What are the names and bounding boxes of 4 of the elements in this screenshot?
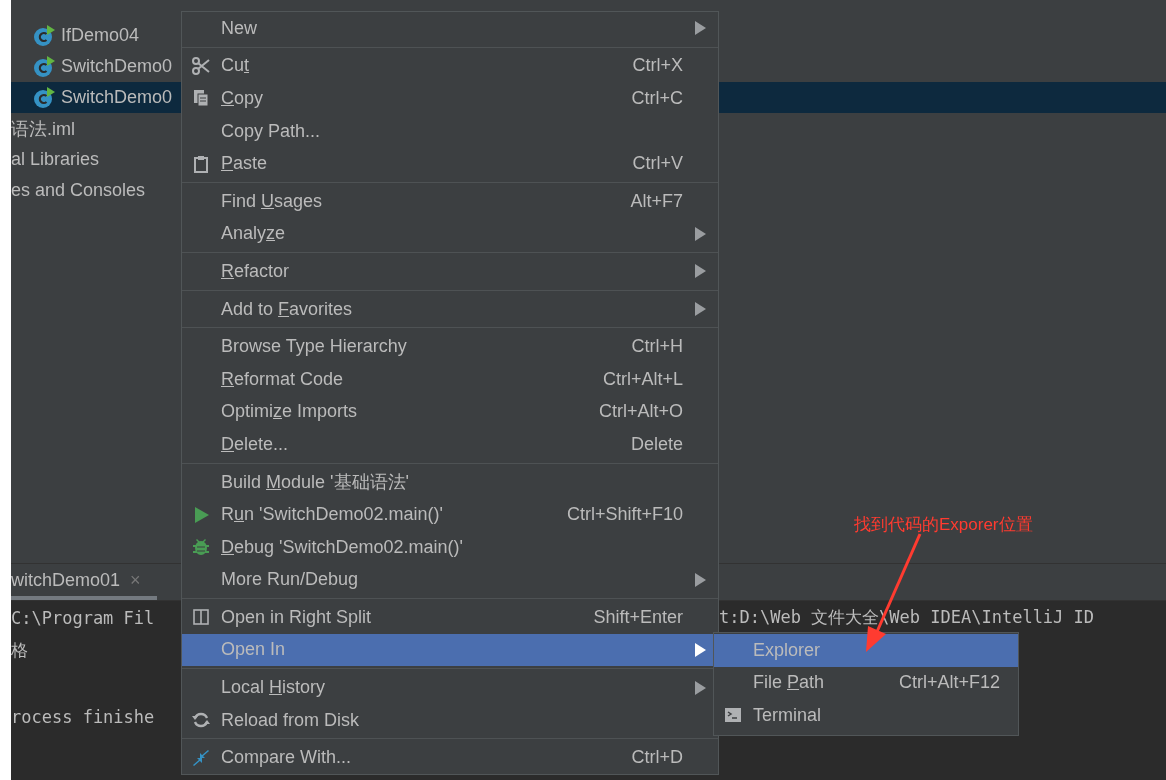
console-line: 格 (11, 639, 28, 662)
annotation-text: 找到代码的Exporer位置 (854, 514, 1033, 536)
console-line: rocess finishe (11, 706, 155, 727)
console-line: C:\Program Fil (11, 607, 155, 628)
